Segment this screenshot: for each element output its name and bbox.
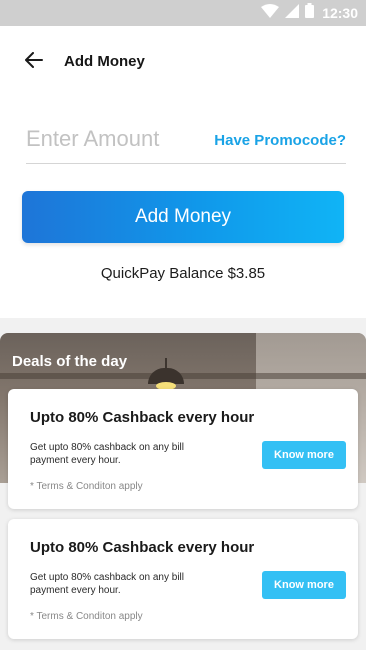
deal-terms: * Terms & Conditon apply — [30, 481, 143, 492]
add-money-button[interactable]: Add Money — [22, 191, 344, 243]
back-arrow-icon — [25, 51, 43, 73]
deal-card: Upto 80% Cashback every hour Get upto 80… — [8, 389, 358, 509]
know-more-button[interactable]: Know more — [262, 571, 346, 599]
wifi-icon — [261, 3, 280, 23]
know-more-button[interactable]: Know more — [262, 441, 346, 469]
deals-section: Deals of the day Upto 80% Cashback every… — [0, 318, 366, 650]
promocode-link[interactable]: Have Promocode? — [214, 132, 346, 149]
deal-description: Get upto 80% cashback on any bill paymen… — [30, 442, 184, 466]
deal-title: Upto 80% Cashback every hour — [30, 539, 255, 556]
status-icons: 12:30 — [261, 3, 358, 23]
battery-icon — [305, 3, 315, 23]
back-button[interactable] — [22, 50, 46, 74]
deal-terms: * Terms & Conditon apply — [30, 611, 143, 622]
lamp-illustration — [148, 358, 184, 390]
status-time: 12:30 — [322, 5, 358, 21]
quickpay-balance: QuickPay Balance $3.85 — [100, 265, 266, 282]
amount-input[interactable] — [26, 122, 206, 156]
amount-field: Have Promocode? — [26, 118, 346, 164]
signal-icon — [285, 3, 300, 23]
deal-card: Upto 80% Cashback every hour Get upto 80… — [8, 519, 358, 639]
deal-title: Upto 80% Cashback every hour — [30, 409, 255, 426]
app-header: Add Money — [0, 26, 366, 98]
deal-description: Get upto 80% cashback on any bill paymen… — [30, 572, 184, 596]
page-title: Add Money — [64, 53, 145, 70]
deals-title: Deals of the day — [12, 353, 128, 370]
status-bar: 12:30 — [0, 0, 366, 26]
